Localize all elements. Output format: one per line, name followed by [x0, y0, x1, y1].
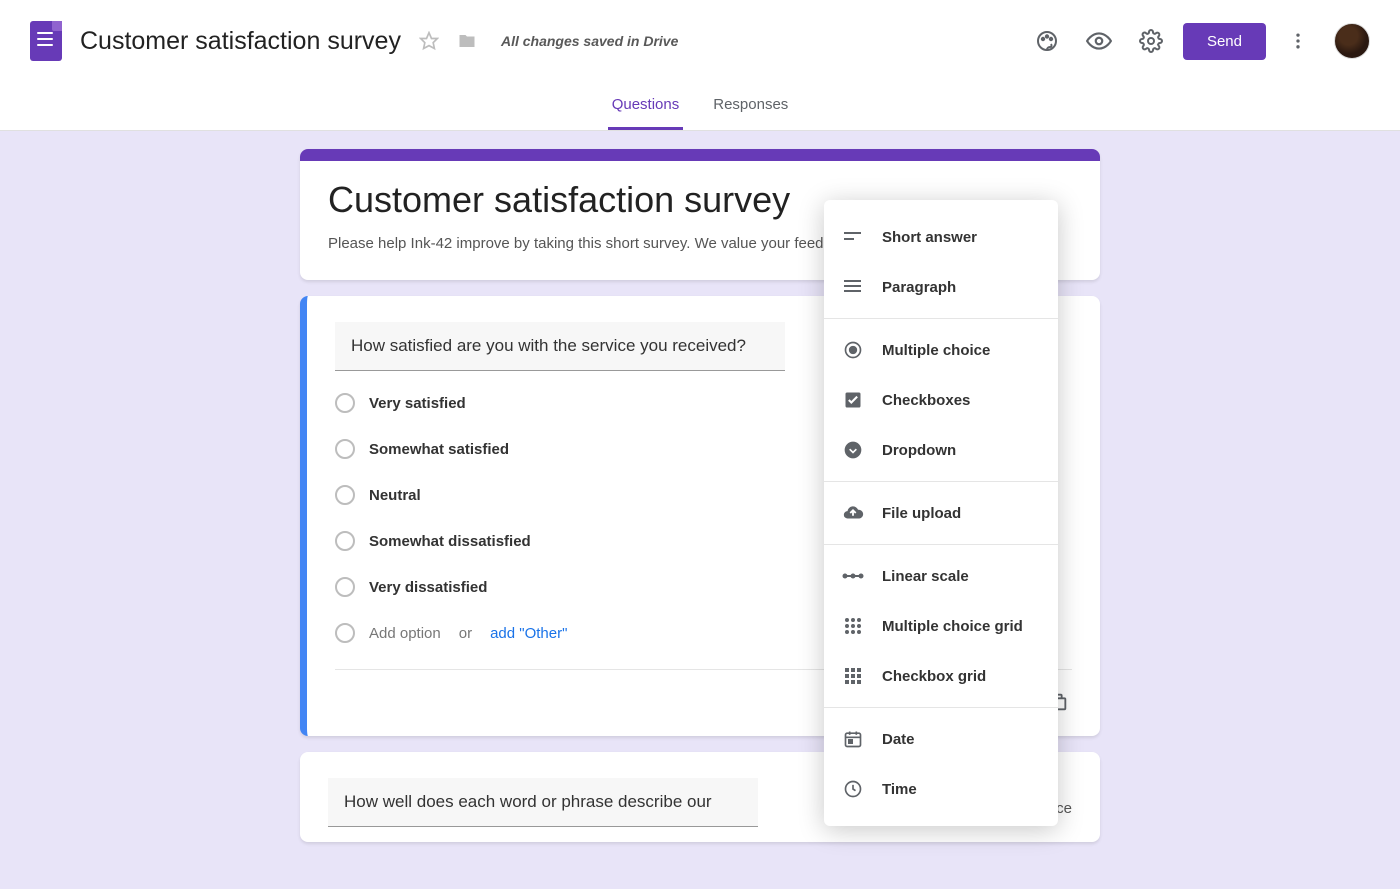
option-label[interactable]: Somewhat satisfied: [369, 441, 509, 458]
question-text-input[interactable]: [344, 792, 742, 812]
radio-icon: [335, 623, 355, 643]
square-grid-icon: [842, 665, 864, 687]
menu-label: Time: [882, 781, 917, 798]
radio-icon: [335, 577, 355, 597]
qtype-date[interactable]: Date: [824, 714, 1058, 764]
qtype-checkboxes[interactable]: Checkboxes: [824, 375, 1058, 425]
radio-icon: [335, 439, 355, 459]
question-text-wrap: [328, 778, 758, 827]
menu-label: File upload: [882, 505, 961, 522]
qtype-short-answer[interactable]: Short answer: [824, 212, 1058, 262]
menu-label: Paragraph: [882, 279, 956, 296]
short-answer-icon: [842, 226, 864, 248]
paragraph-icon: [842, 276, 864, 298]
dropdown-icon: [842, 439, 864, 461]
radio-icon: [335, 485, 355, 505]
settings-icon[interactable]: [1131, 21, 1171, 61]
question-type-menu: Short answer Paragraph Multiple choice C…: [824, 200, 1058, 826]
menu-label: Checkbox grid: [882, 668, 986, 685]
more-icon[interactable]: [1278, 21, 1318, 61]
calendar-icon: [842, 728, 864, 750]
menu-label: Dropdown: [882, 442, 956, 459]
cloud-upload-icon: [842, 502, 864, 524]
or-text: or: [459, 625, 472, 642]
menu-label: Multiple choice grid: [882, 618, 1023, 635]
menu-label: Short answer: [882, 229, 977, 246]
star-icon[interactable]: [419, 31, 439, 51]
tab-responses[interactable]: Responses: [709, 82, 792, 130]
menu-label: Date: [882, 731, 915, 748]
radio-selected-icon: [842, 339, 864, 361]
menu-separator: [824, 318, 1058, 319]
menu-separator: [824, 481, 1058, 482]
question-text-wrap: [335, 322, 785, 371]
menu-separator: [824, 544, 1058, 545]
document-title[interactable]: Customer satisfaction survey: [80, 27, 401, 56]
radio-icon: [335, 393, 355, 413]
qtype-file-upload[interactable]: File upload: [824, 488, 1058, 538]
forms-logo-icon[interactable]: [30, 21, 62, 61]
checkbox-icon: [842, 389, 864, 411]
add-other-link[interactable]: add "Other": [490, 625, 567, 642]
preview-icon[interactable]: [1079, 21, 1119, 61]
menu-label: Checkboxes: [882, 392, 970, 409]
radio-icon: [335, 531, 355, 551]
question-text-input[interactable]: [351, 336, 769, 356]
qtype-paragraph[interactable]: Paragraph: [824, 262, 1058, 312]
move-folder-icon[interactable]: [457, 31, 477, 51]
accent-bar: [300, 149, 1100, 161]
account-avatar[interactable]: [1334, 23, 1370, 59]
qtype-dropdown[interactable]: Dropdown: [824, 425, 1058, 475]
tabs: Questions Responses: [0, 82, 1400, 131]
qtype-multiple-choice[interactable]: Multiple choice: [824, 325, 1058, 375]
option-label[interactable]: Very satisfied: [369, 395, 466, 412]
option-label[interactable]: Somewhat dissatisfied: [369, 533, 531, 550]
linear-scale-icon: [842, 565, 864, 587]
option-label[interactable]: Neutral: [369, 487, 421, 504]
add-option-text[interactable]: Add option: [369, 625, 441, 642]
qtype-linear-scale[interactable]: Linear scale: [824, 551, 1058, 601]
menu-separator: [824, 707, 1058, 708]
top-bar: Customer satisfaction survey All changes…: [0, 0, 1400, 82]
menu-label: Multiple choice: [882, 342, 990, 359]
tab-questions[interactable]: Questions: [608, 82, 684, 130]
app-frame: Customer satisfaction survey All changes…: [0, 0, 1400, 890]
save-status: All changes saved in Drive: [501, 33, 678, 49]
clock-icon: [842, 778, 864, 800]
dot-grid-icon: [842, 615, 864, 637]
qtype-time[interactable]: Time: [824, 764, 1058, 814]
form-canvas: Customer satisfaction survey Please help…: [0, 131, 1400, 889]
send-button[interactable]: Send: [1183, 23, 1266, 60]
option-label[interactable]: Very dissatisfied: [369, 579, 487, 596]
menu-label: Linear scale: [882, 568, 969, 585]
customize-theme-icon[interactable]: [1027, 21, 1067, 61]
qtype-checkbox-grid[interactable]: Checkbox grid: [824, 651, 1058, 701]
qtype-multiple-choice-grid[interactable]: Multiple choice grid: [824, 601, 1058, 651]
